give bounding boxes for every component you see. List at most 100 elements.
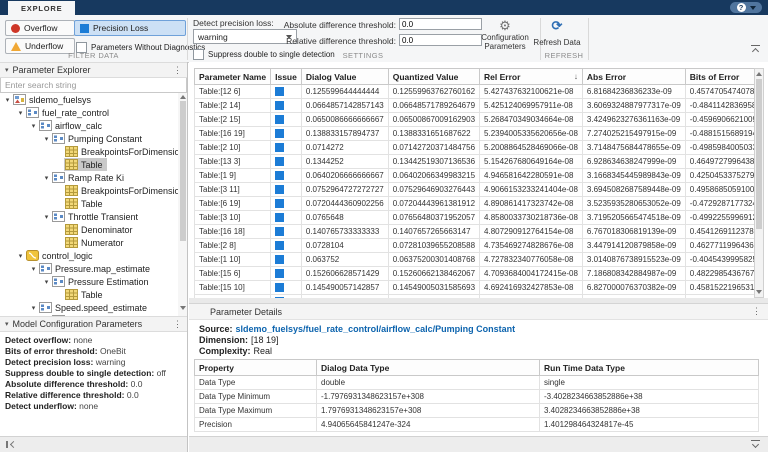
tree-item-speed-speed-estimate[interactable]: ▾ Speed.speed_estimate	[0, 301, 187, 314]
cell-dialog-value: 0.0640206666666667	[300, 168, 389, 183]
column-header-abs-error[interactable]: Abs Error	[581, 68, 686, 85]
cell-bits-of-error: -0.45969066210091114	[684, 112, 754, 127]
tree-item-breakpointsfordimension2[interactable]: BreakpointsForDimension2	[0, 145, 187, 158]
results-row[interactable]: Table:[2 14] 0.0664857142857143 0.06648571…	[194, 98, 754, 113]
tree-item-fuel-rate-control[interactable]: ▾ fuel_rate_control	[0, 106, 187, 119]
column-header-quantized-value[interactable]: Quantized Value	[387, 68, 481, 85]
cell-quantized-value: 0.14549005031585693	[387, 280, 481, 295]
tree-item-sldemo-fuelsys[interactable]: ▾ sldemo_fuelsys	[0, 93, 187, 106]
column-header-issue[interactable]: Issue	[270, 68, 302, 85]
collapse-caret-icon[interactable]: ▾	[5, 66, 9, 74]
cell-bits-of-error: -0.40454399958252907	[684, 252, 754, 267]
kebab-menu-icon[interactable]: ⋮	[173, 319, 182, 329]
tree-item-denominator[interactable]: Denominator	[0, 223, 187, 236]
complexity-line: Complexity: Real	[199, 346, 515, 357]
tree-item-inner: BreakpointsForDimension2	[64, 184, 187, 197]
column-header-dialog-value[interactable]: Dialog Value	[300, 68, 389, 85]
results-row[interactable]: Table:[13 3] 0.1344252 0.13442519307136536…	[194, 154, 754, 169]
subsystem-icon	[52, 211, 65, 222]
tree-item-ramp-rate-ki[interactable]: ▾ Ramp Rate Ki	[0, 171, 187, 184]
search-input[interactable]	[0, 78, 187, 93]
cell-abs-error: 3.1668345445989843e-09	[581, 168, 686, 183]
results-row[interactable]: Table:[1 9] 0.0640206666666667 0.064020663…	[194, 168, 754, 183]
tree-item-inner: airflow_calc	[38, 119, 106, 132]
results-row[interactable]: Table:[3 10] 0.0765648 0.07656480371952057…	[194, 210, 754, 225]
subsystem-icon	[52, 276, 65, 287]
expander-icon[interactable]: ▾	[29, 122, 38, 130]
results-row[interactable]: Table:[15 6] 0.152606628571429 0.152606621…	[194, 266, 754, 281]
results-row[interactable]: Table:[2 10] 0.0714272 0.07142720371484756…	[194, 140, 754, 155]
issue-icon	[275, 143, 285, 152]
cell-parameter-name: Table:[2 15]	[194, 112, 272, 127]
subsystem-icon	[52, 133, 65, 144]
precision-loss-filter-button[interactable]: Precision Loss	[74, 20, 186, 36]
tree-item-breakpointsfordimension2[interactable]: BreakpointsForDimension2	[0, 184, 187, 197]
tree-item-label: Table	[81, 289, 103, 300]
dock-left-icon[interactable]	[6, 440, 18, 449]
collapse-panel-icon[interactable]	[751, 440, 760, 449]
source-link[interactable]: sldemo_fuelsys/fuel_rate_control/airflow…	[236, 324, 516, 334]
issue-icon	[275, 171, 285, 180]
results-row[interactable]: Table:[6 19] 0.0720444360902256 0.07204443…	[194, 196, 754, 211]
config-item-value: 0.0	[130, 379, 143, 389]
results-row[interactable]: Table:[16 18] 0.140765733333333 0.14076572…	[194, 224, 754, 239]
collapse-caret-icon[interactable]: ▾	[5, 320, 9, 328]
tree-item-pumping-constant[interactable]: ▾ Pumping Constant	[0, 132, 187, 145]
results-row[interactable]: Table:[12 6] 0.125599644444444 0.125599637…	[194, 84, 754, 99]
collapse-toolstrip-icon[interactable]	[751, 45, 760, 56]
help-button[interactable]: ?	[730, 2, 762, 13]
column-header-bits-of-error[interactable]: Bits of Error	[684, 68, 754, 85]
expander-icon[interactable]: ▾	[16, 109, 25, 117]
scroll-down-icon[interactable]	[756, 290, 762, 294]
scroll-up-icon[interactable]	[756, 72, 762, 76]
tree-item-table[interactable]: Table	[0, 158, 187, 171]
kebab-menu-icon[interactable]: ⋮	[173, 65, 182, 75]
scroll-thumb[interactable]	[756, 79, 762, 229]
tree-item-pressure-estimation[interactable]: ▾ Pressure Estimation	[0, 275, 187, 288]
config-item-label: Absolute difference threshold:	[5, 379, 131, 389]
results-row[interactable]: Table:[16 19] 0.138833157894737 0.13883316…	[194, 126, 754, 141]
results-row[interactable]: Table:[15 10] 0.145490057142857 0.14549005…	[194, 280, 754, 295]
tree-item-numerator[interactable]: Numerator	[0, 236, 187, 249]
scroll-up-icon[interactable]	[179, 95, 186, 99]
expander-icon[interactable]: ▾	[42, 278, 51, 286]
cell-abs-error: 7.274025215497915e-09	[581, 126, 686, 141]
expander-icon[interactable]: ▾	[16, 252, 25, 260]
expander-icon[interactable]: ▾	[42, 213, 51, 221]
tree-item-table[interactable]: Table	[0, 288, 187, 301]
tree-item-table[interactable]: Table	[0, 197, 187, 210]
overflow-filter-button[interactable]: Overflow	[5, 20, 75, 36]
column-header-parameter-name[interactable]: Parameter Name	[194, 68, 272, 85]
results-row[interactable]: Table:[3 11] 0.0752964727272727 0.07529646…	[194, 182, 754, 197]
kebab-menu-icon[interactable]: ⋮	[752, 307, 761, 316]
results-row[interactable]: Table:[2 8] 0.0728104 0.07281039655208588 4…	[194, 238, 754, 253]
expander-icon[interactable]: ▾	[42, 174, 51, 182]
cell-issue	[270, 252, 302, 267]
expander-icon[interactable]: ▾	[29, 265, 38, 273]
tab-explore[interactable]: EXPLORE	[8, 1, 76, 15]
tree-item-partial[interactable]	[0, 314, 187, 316]
expander-icon[interactable]: ▾	[3, 96, 12, 104]
column-header-rel-error[interactable]: Rel Error ↓	[479, 68, 583, 85]
results-scrollbar[interactable]	[754, 68, 764, 298]
chevron-down-icon	[749, 5, 756, 10]
scroll-thumb[interactable]	[179, 101, 186, 241]
tree-item-airflow-calc[interactable]: ▾ airflow_calc	[0, 119, 187, 132]
rel-threshold-input[interactable]	[399, 34, 482, 46]
expander-icon[interactable]: ▾	[29, 304, 38, 312]
scroll-down-icon[interactable]	[180, 306, 186, 310]
abs-threshold-input[interactable]	[399, 18, 482, 30]
tree-item-control-logic[interactable]: ▾ control_logic	[0, 249, 187, 262]
issue-icon	[275, 255, 285, 264]
refresh-data-button[interactable]: ⟳ Refresh Data	[525, 19, 589, 48]
tree-scrollbar[interactable]	[178, 93, 187, 316]
issue-icon	[275, 115, 285, 124]
results-row[interactable]: Table:[1 10] 0.063752 0.06375200301408768 4…	[194, 252, 754, 267]
results-row[interactable]: Table:[2 15] 0.0650086666666667 0.06500867…	[194, 112, 754, 127]
tree-item-throttle-transient[interactable]: ▾ Throttle Transient	[0, 210, 187, 223]
config-item: Absolute difference threshold: 0.0	[5, 379, 182, 390]
tree-item-inner: sldemo_fuelsys	[12, 93, 95, 106]
config-item-value: 0.0	[126, 390, 139, 400]
tree-item-pressure-map-estimate[interactable]: ▾ Pressure.map_estimate	[0, 262, 187, 275]
expander-icon[interactable]: ▾	[42, 135, 51, 143]
